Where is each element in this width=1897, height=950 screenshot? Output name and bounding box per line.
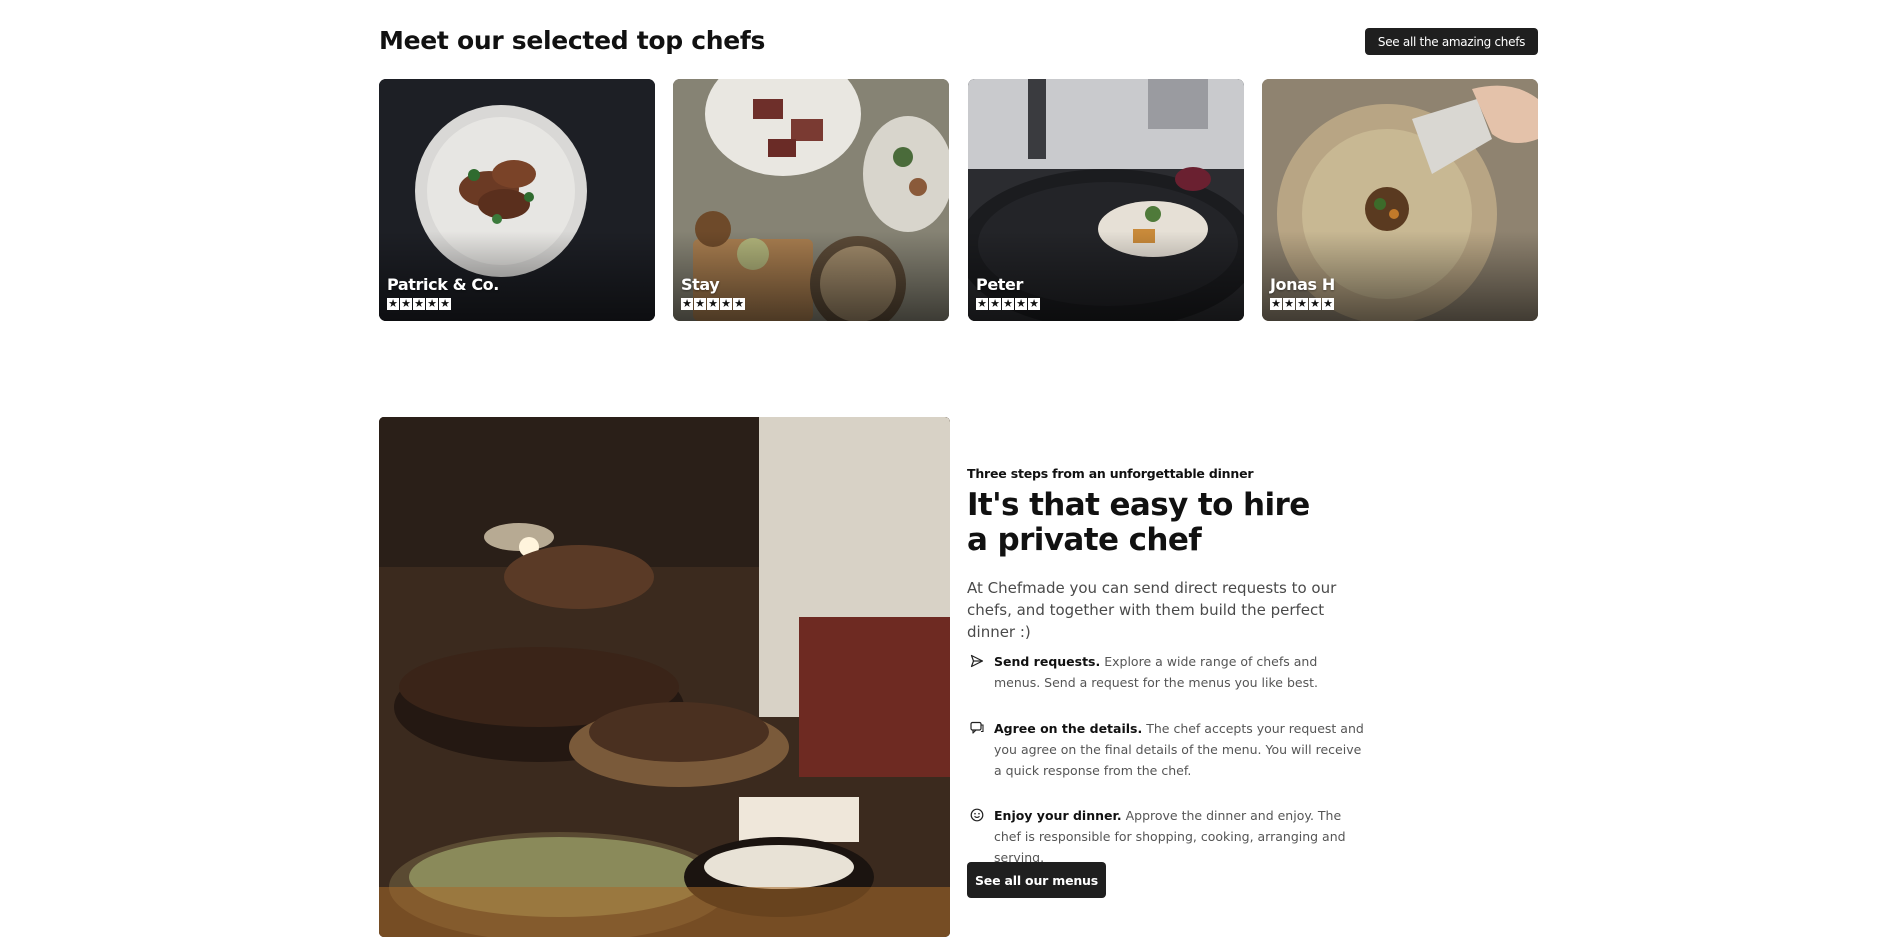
chef-name: Peter [976, 275, 1023, 294]
chef-name: Stay [681, 275, 720, 294]
chefs-section-title: Meet our selected top chefs [379, 26, 766, 55]
star-icon: ★ [1309, 297, 1321, 310]
star-rating: ★ ★ ★ ★ ★ [1270, 298, 1334, 310]
chat-icon [970, 721, 984, 734]
chef-card-patrick[interactable]: Patrick & Co. ★ ★ ★ ★ ★ [379, 79, 655, 321]
star-icon: ★ [413, 297, 425, 310]
star-icon: ★ [720, 297, 732, 310]
dinner-table-photo [379, 417, 950, 937]
star-icon: ★ [1015, 297, 1027, 310]
star-icon: ★ [387, 297, 399, 310]
step-title: Enjoy your dinner. [994, 808, 1122, 823]
see-all-chefs-button[interactable]: See all the amazing chefs [1365, 28, 1538, 55]
star-icon: ★ [694, 297, 706, 310]
star-icon: ★ [989, 297, 1001, 310]
chef-card-stay[interactable]: Stay ★ ★ ★ ★ ★ [673, 79, 949, 321]
star-icon: ★ [400, 297, 412, 310]
star-icon: ★ [1002, 297, 1014, 310]
star-rating: ★ ★ ★ ★ ★ [976, 298, 1040, 310]
star-icon: ★ [1322, 297, 1334, 310]
step-title: Send requests. [994, 654, 1101, 669]
section-intro: At Chefmade you can send direct requests… [967, 579, 1337, 641]
star-icon: ★ [976, 297, 988, 310]
chef-card-jonas[interactable]: Jonas H ★ ★ ★ ★ ★ [1262, 79, 1538, 321]
see-all-menus-button[interactable]: See all our menus [967, 862, 1106, 898]
star-icon: ★ [1296, 297, 1308, 310]
star-icon: ★ [1270, 297, 1282, 310]
star-icon: ★ [707, 297, 719, 310]
chef-name: Patrick & Co. [387, 275, 499, 294]
star-icon: ★ [439, 297, 451, 310]
star-icon: ★ [1028, 297, 1040, 310]
chef-name: Jonas H [1270, 275, 1335, 294]
send-icon [970, 654, 984, 668]
section-title: It's that easy to hire a private chef [967, 487, 1310, 558]
star-icon: ★ [733, 297, 745, 310]
chef-card-peter[interactable]: Peter ★ ★ ★ ★ ★ [968, 79, 1244, 321]
star-rating: ★ ★ ★ ★ ★ [681, 298, 745, 310]
section-eyebrow: Three steps from an unforgettable dinner [967, 466, 1254, 481]
smiley-icon [970, 808, 984, 822]
star-icon: ★ [1283, 297, 1295, 310]
star-icon: ★ [426, 297, 438, 310]
step-title: Agree on the details. [994, 721, 1143, 736]
star-icon: ★ [681, 297, 693, 310]
star-rating: ★ ★ ★ ★ ★ [387, 298, 451, 310]
